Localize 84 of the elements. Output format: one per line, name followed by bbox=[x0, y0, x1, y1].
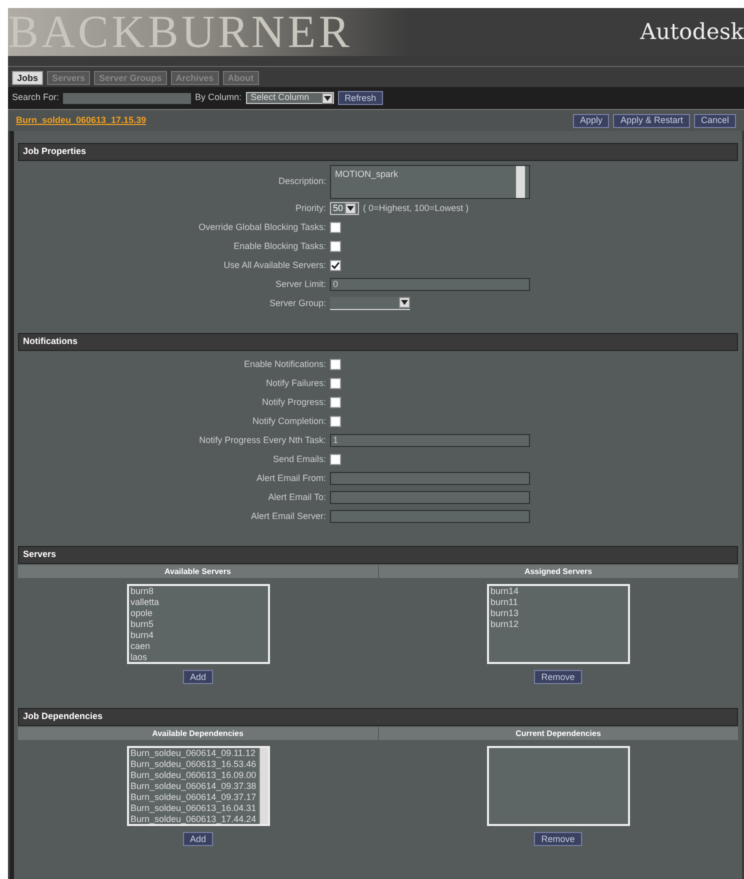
list-item[interactable]: valletta bbox=[130, 597, 266, 608]
job-title-link[interactable]: Burn_soldeu_060613_17.15.39 bbox=[16, 114, 146, 128]
field-label: Enable Blocking Tasks: bbox=[232, 240, 326, 253]
section-header: Servers bbox=[18, 546, 738, 564]
brand-name: Autodesk bbox=[640, 18, 744, 46]
field-label: Override Global Blocking Tasks: bbox=[198, 220, 326, 234]
dropdown-arrow-icon bbox=[322, 92, 333, 104]
available-list[interactable]: Burn_soldeu_060614_09.11.12 Burn_soldeu_060613_16.53.46 Burn_soldeu_060613_16.09.00 Burn_soldeu_060614_09.37.38 Burn_soldeu_060614_09.37.17 Burn_soldeu_060613_16.04.31 Burn_soldeu_060613_17.44.24 bbox=[126, 746, 270, 826]
action-button[interactable]: Cancel bbox=[694, 114, 736, 128]
checkbox[interactable] bbox=[330, 416, 341, 427]
dropdown-arrow-icon bbox=[399, 297, 410, 308]
checkbox[interactable] bbox=[330, 378, 341, 389]
current-list[interactable] bbox=[486, 746, 630, 826]
list-item[interactable]: opole bbox=[130, 608, 266, 619]
list-item[interactable]: caen bbox=[130, 641, 266, 652]
section-header: Job Dependencies bbox=[18, 708, 738, 726]
tab[interactable]: Jobs bbox=[12, 71, 44, 85]
checkbox[interactable] bbox=[330, 260, 341, 271]
field-label: Alert Email From: bbox=[255, 472, 326, 485]
section-header: Notifications bbox=[18, 333, 738, 351]
text-field[interactable] bbox=[330, 510, 530, 523]
remove-button[interactable]: Remove bbox=[534, 670, 582, 684]
field-label: Notify Progress: bbox=[260, 396, 326, 409]
scrollbar-icon bbox=[258, 748, 268, 824]
column-header: Current Dependencies bbox=[378, 727, 738, 740]
field-label: Alert Email Server: bbox=[250, 510, 326, 523]
field-label: Send Emails: bbox=[272, 452, 326, 466]
list-item[interactable]: burn8 bbox=[130, 586, 266, 597]
field-label: Server Limit: bbox=[274, 278, 326, 291]
list-item[interactable]: burn12 bbox=[490, 619, 626, 630]
list-item[interactable]: burn14 bbox=[490, 586, 626, 597]
list-item[interactable]: Burn_soldeu_060613_17.44.24 bbox=[130, 814, 256, 824]
checkbox[interactable] bbox=[330, 222, 341, 233]
field-label: Priority: bbox=[294, 202, 326, 215]
column-header: Available Servers bbox=[18, 565, 378, 578]
text-field[interactable] bbox=[330, 491, 530, 504]
list-item[interactable]: burn4 bbox=[130, 630, 266, 641]
checkbox[interactable] bbox=[330, 241, 341, 252]
remove-button[interactable]: Remove bbox=[534, 832, 582, 846]
field-label: Enable Notifications: bbox=[242, 358, 326, 371]
server-group-dropdown[interactable] bbox=[330, 297, 410, 310]
action-button[interactable]: Apply bbox=[572, 114, 610, 128]
refresh-button[interactable]: Refresh bbox=[338, 91, 384, 105]
check-icon bbox=[331, 261, 340, 270]
list-item[interactable]: burn13 bbox=[490, 608, 626, 619]
list-item[interactable]: Burn_soldeu_060613_16.04.31 bbox=[130, 803, 256, 814]
text-field[interactable]: 0 bbox=[330, 278, 530, 291]
column-header: Assigned Servers bbox=[378, 565, 738, 578]
field-label: Notify Progress Every Nth Task: bbox=[198, 434, 326, 447]
list-item[interactable]: Burn_soldeu_060613_16.53.46 bbox=[130, 759, 256, 770]
section-header: Job Properties bbox=[18, 143, 738, 161]
list-item[interactable]: burn5 bbox=[130, 619, 266, 630]
action-button[interactable]: Apply & Restart bbox=[613, 114, 690, 128]
column-header: Available Dependencies bbox=[18, 727, 378, 740]
description-field[interactable]: MOTION_spark bbox=[330, 165, 530, 199]
checkbox[interactable] bbox=[330, 359, 341, 370]
list-item[interactable]: burn11 bbox=[490, 597, 626, 608]
priority-hint: ( 0=Highest, 100=Lowest ) bbox=[363, 202, 469, 215]
dropdown-arrow-icon bbox=[345, 203, 356, 214]
list-item[interactable]: Burn_soldeu_060613_16.09.00 bbox=[130, 770, 256, 781]
add-button[interactable]: Add bbox=[182, 832, 213, 846]
priority-dropdown[interactable]: 50 bbox=[330, 202, 360, 215]
search-label: Search For: bbox=[12, 91, 60, 104]
field-label: Alert Email To: bbox=[267, 490, 326, 504]
search-field[interactable] bbox=[63, 92, 192, 104]
field-label: Server Group: bbox=[268, 296, 326, 310]
field-label: Use All Available Servers: bbox=[222, 258, 326, 272]
field-label: Description: bbox=[277, 175, 326, 188]
list-item[interactable]: Burn_soldeu_060614_09.37.17 bbox=[130, 792, 256, 803]
list-item[interactable]: Burn_soldeu_060614_09.37.38 bbox=[130, 781, 256, 792]
text-field[interactable]: 1 bbox=[330, 434, 530, 447]
text-field[interactable] bbox=[330, 472, 530, 485]
field-label: Notify Failures: bbox=[264, 376, 326, 390]
column-dropdown[interactable]: Select Column bbox=[246, 92, 334, 104]
scrollbar-icon bbox=[516, 166, 525, 198]
list-item[interactable]: laos bbox=[130, 652, 266, 662]
column-label: By Column: bbox=[195, 91, 242, 104]
checkbox[interactable] bbox=[330, 397, 341, 408]
available-list[interactable]: burn8 valletta opole burn5 burn4 caen laos bbox=[126, 584, 270, 664]
assigned-list[interactable]: burn14 burn11 burn13 burn12 bbox=[486, 584, 630, 664]
add-button[interactable]: Add bbox=[182, 670, 213, 684]
field-label: Notify Completion: bbox=[251, 414, 326, 428]
list-item[interactable]: Burn_soldeu_060614_09.11.12 bbox=[130, 748, 256, 759]
checkbox[interactable] bbox=[330, 454, 341, 465]
